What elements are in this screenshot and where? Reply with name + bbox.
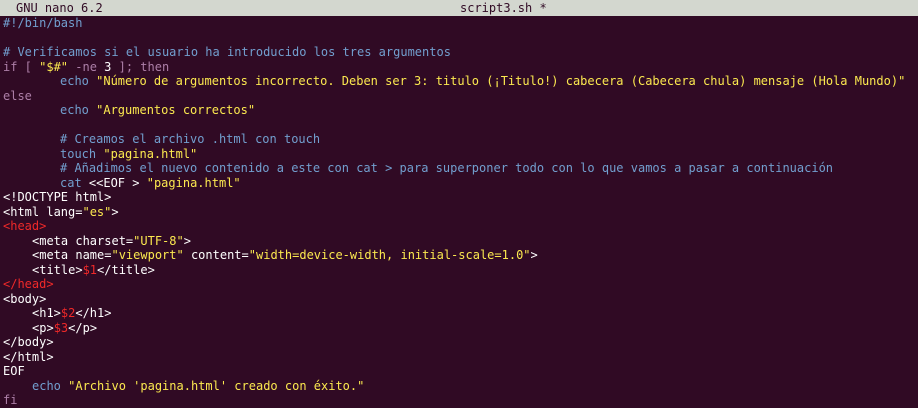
code-line: <meta name="viewport" content="width=dev… xyxy=(32,248,538,262)
code-line: fi xyxy=(3,393,18,407)
nano-title-bar: GNU nano 6.2 script3.sh * xyxy=(0,0,918,16)
code-line: <html lang="es"> xyxy=(3,204,119,219)
code-line: echo "Archivo 'pagina.html' creado con é… xyxy=(32,378,365,393)
code-line: # Añadimos el nuevo contenido a este con… xyxy=(60,161,834,175)
code-line: </body> xyxy=(3,335,54,349)
code-line: <body> xyxy=(3,291,47,306)
code-line: # Verificamos si el usuario ha introduci… xyxy=(3,45,451,59)
code-line: else xyxy=(3,88,32,103)
code-line: cat <<EOF > "pagina.html" xyxy=(60,175,241,190)
code-line: # Creamos el archivo .html con touch xyxy=(60,132,321,146)
code-line: echo "Número de argumentos incorrecto. D… xyxy=(60,74,906,88)
code-line: </html> xyxy=(3,349,54,364)
code-line: <p>$3</p> xyxy=(32,320,98,335)
code-line: <title>$1</title> xyxy=(32,262,155,277)
code-line: #!/bin/bash xyxy=(3,16,83,30)
code-line: <meta charset="UTF-8"> xyxy=(32,233,191,248)
code-line: if [ "$#" -ne 3 ]; then xyxy=(3,59,170,74)
code-line: <!DOCTYPE html> xyxy=(3,190,112,204)
code-line: EOF xyxy=(3,364,25,378)
editor-name: GNU nano 6.2 xyxy=(16,1,103,15)
terminal-window: GNU nano 6.2 script3.sh * #!/bin/bash # … xyxy=(0,0,918,408)
editor-area[interactable]: #!/bin/bash # Verificamos si el usuario … xyxy=(3,16,918,408)
file-name: script3.sh * xyxy=(460,1,547,15)
code-line: echo "Argumentos correctos" xyxy=(60,103,256,117)
code-line: touch "pagina.html" xyxy=(60,146,198,161)
code-line: <h1>$2</h1> xyxy=(32,306,112,320)
code-line: <head> xyxy=(3,219,47,233)
code-line: </head> xyxy=(3,277,54,291)
